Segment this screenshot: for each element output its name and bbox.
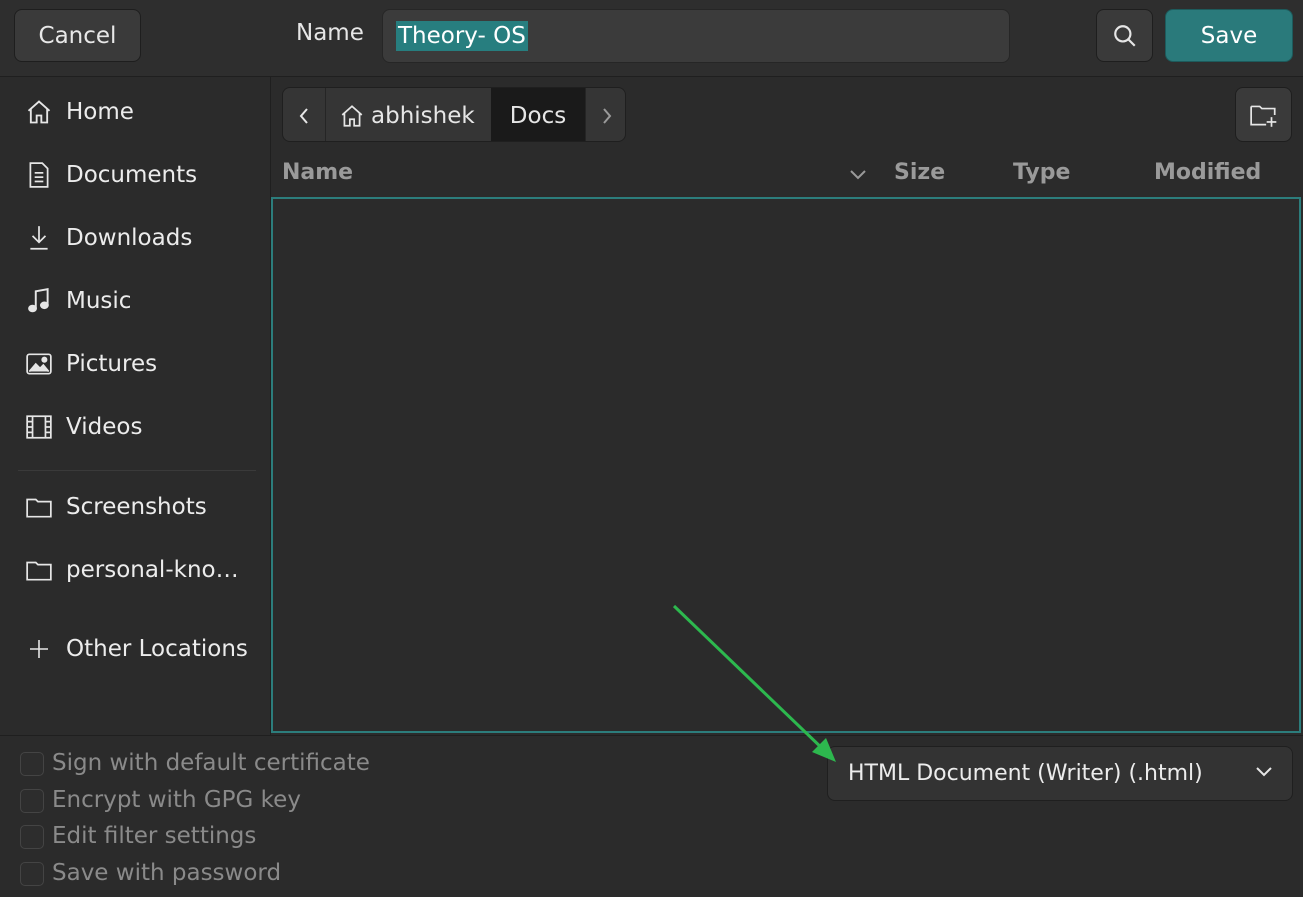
encrypt-gpg-label[interactable]: Encrypt with GPG key <box>52 787 301 813</box>
edit-filter-label[interactable]: Edit filter settings <box>52 823 256 849</box>
sidebar-item-other-locations[interactable]: Other Locations <box>0 624 270 674</box>
sidebar-item-label: Home <box>66 99 134 125</box>
picture-icon <box>24 349 54 379</box>
path-bar: abhishek Docs <box>282 87 626 142</box>
sidebar-item-videos[interactable]: Videos <box>0 402 270 452</box>
home-icon <box>341 104 363 127</box>
sidebar-item-home[interactable]: Home <box>0 87 270 137</box>
plus-icon <box>24 634 54 664</box>
edit-filter-checkbox[interactable] <box>20 825 44 849</box>
path-home-label: abhishek <box>371 102 475 129</box>
file-list[interactable] <box>271 197 1301 733</box>
sidebar-item-screenshots[interactable]: Screenshots <box>0 482 270 532</box>
sign-certificate-label[interactable]: Sign with default certificate <box>52 750 370 776</box>
path-current-button[interactable]: Docs <box>491 88 585 141</box>
sign-certificate-checkbox[interactable] <box>20 752 44 776</box>
sidebar-item-label: Videos <box>66 414 143 440</box>
path-back-button[interactable] <box>283 88 326 141</box>
path-home-button[interactable]: abhishek <box>325 88 491 141</box>
chevron-right-icon <box>603 107 612 124</box>
sidebar-item-documents[interactable]: Documents <box>0 150 270 200</box>
path-forward-button[interactable] <box>585 88 625 141</box>
new-folder-button[interactable] <box>1235 87 1292 142</box>
sidebar-item-label: personal-kno… <box>66 557 239 583</box>
sidebar-item-label: Music <box>66 288 132 314</box>
file-name-value[interactable]: Theory- OS <box>396 21 528 51</box>
column-header-name[interactable]: Name <box>282 160 353 185</box>
column-header-type[interactable]: Type <box>1013 160 1070 185</box>
sidebar-item-label: Other Locations <box>66 636 248 662</box>
folder-icon <box>24 555 54 585</box>
column-header-modified[interactable]: Modified <box>1154 160 1261 185</box>
save-password-checkbox[interactable] <box>20 862 44 886</box>
sidebar-item-label: Downloads <box>66 225 193 251</box>
cancel-button[interactable]: Cancel <box>14 9 141 62</box>
new-folder-icon <box>1249 105 1276 127</box>
sidebar-item-pictures[interactable]: Pictures <box>0 339 270 389</box>
home-icon <box>24 97 54 127</box>
save-password-label[interactable]: Save with password <box>52 860 281 886</box>
sidebar-item-downloads[interactable]: Downloads <box>0 213 270 263</box>
encrypt-gpg-checkbox[interactable] <box>20 789 44 813</box>
name-label: Name <box>296 20 364 46</box>
sidebar-item-label: Documents <box>66 162 198 188</box>
sidebar-item-label: Pictures <box>66 351 158 377</box>
sort-chevron-down-icon[interactable] <box>848 168 868 182</box>
file-type-dropdown[interactable]: HTML Document (Writer) (.html) <box>827 746 1293 801</box>
document-icon <box>24 160 54 190</box>
search-button[interactable] <box>1096 9 1153 62</box>
sidebar-item-personal-knowledge[interactable]: personal-kno… <box>0 545 270 595</box>
chevron-down-icon <box>1256 767 1272 777</box>
column-header-size[interactable]: Size <box>894 160 945 185</box>
chevron-left-icon <box>299 107 308 124</box>
file-type-selected: HTML Document (Writer) (.html) <box>848 761 1203 786</box>
sidebar-item-label: Screenshots <box>66 494 207 520</box>
sidebar-divider <box>18 470 256 471</box>
file-name-input[interactable]: Theory- OS <box>382 9 1010 63</box>
video-icon <box>24 412 54 442</box>
download-icon <box>24 223 54 253</box>
sidebar-item-music[interactable]: Music <box>0 276 270 326</box>
music-icon <box>24 286 54 316</box>
places-sidebar: Home Documents Downloads Music Pictures … <box>0 77 271 735</box>
search-icon <box>1113 24 1136 47</box>
folder-icon <box>24 492 54 522</box>
save-button[interactable]: Save <box>1165 9 1293 62</box>
